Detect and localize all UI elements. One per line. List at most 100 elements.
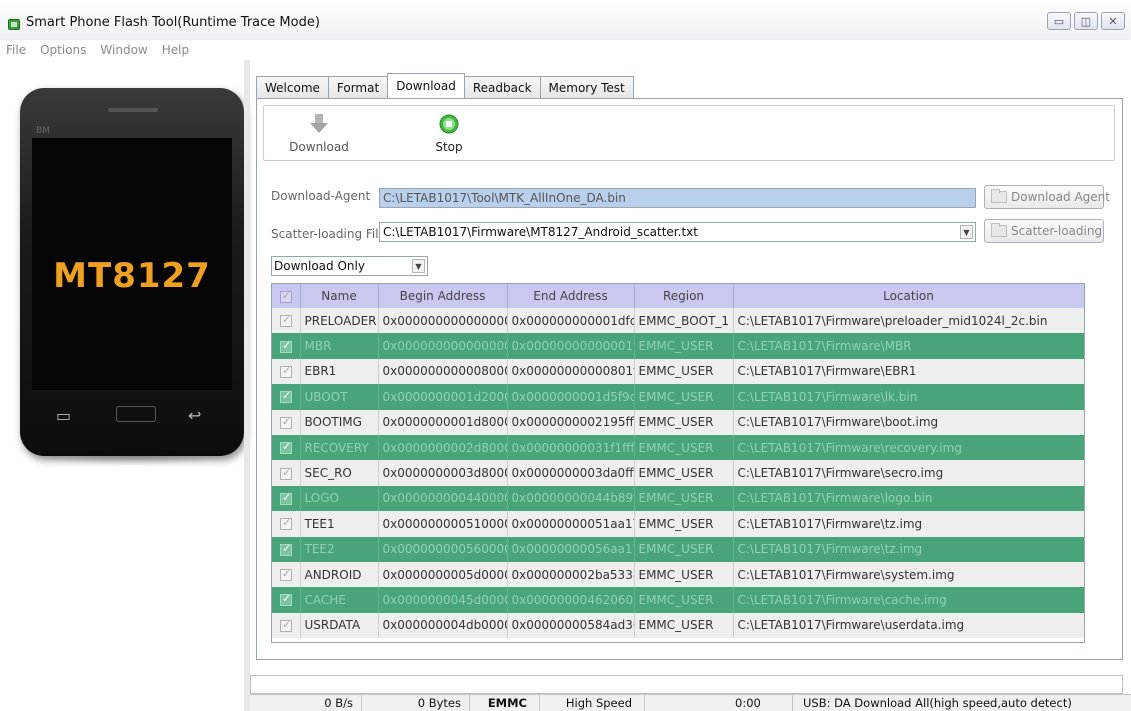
- cell-location: C:\LETAB1017\Firmware\EBR1: [733, 358, 1084, 385]
- table-row[interactable]: LOGO0x00000000044000000x00000000044b89ff…: [272, 485, 1084, 512]
- row-checkbox[interactable]: [272, 587, 301, 613]
- row-checkbox[interactable]: [272, 485, 301, 512]
- row-checkbox[interactable]: [272, 409, 301, 435]
- download-mode-select[interactable]: Download Only ▼: [271, 256, 428, 276]
- tab-welcome[interactable]: Welcome: [256, 76, 329, 98]
- phone-screen: MT8127: [32, 138, 232, 390]
- cell-location: C:\LETAB1017\Firmware\boot.img: [733, 409, 1084, 435]
- close-button[interactable]: ✕: [1101, 12, 1125, 30]
- cell-name: CACHE: [300, 587, 379, 613]
- minimize-button[interactable]: ▭: [1047, 12, 1071, 30]
- column-region[interactable]: Region: [634, 284, 734, 308]
- cell-location: C:\LETAB1017\Firmware\lk.bin: [733, 384, 1084, 410]
- column-end-address[interactable]: End Address: [507, 284, 635, 308]
- cell-region: EMMC_USER: [634, 384, 734, 410]
- tab-readback[interactable]: Readback: [463, 76, 541, 98]
- table-row[interactable]: TEE10x00000000051000000x00000000051aa17f…: [272, 511, 1084, 537]
- download-button-label: Download: [289, 140, 349, 154]
- table-row[interactable]: PRELOADER0x00000000000000000x00000000000…: [272, 308, 1084, 334]
- column-location[interactable]: Location: [733, 284, 1084, 308]
- cell-begin-address: 0x000000004db00000: [378, 612, 508, 639]
- menu-options[interactable]: Options: [40, 40, 86, 60]
- menu-help[interactable]: Help: [162, 40, 189, 60]
- menu-file[interactable]: File: [6, 40, 26, 60]
- cell-begin-address: 0x0000000000000000: [378, 333, 508, 359]
- cell-region: EMMC_USER: [634, 561, 734, 588]
- cell-region: EMMC_USER: [634, 409, 734, 435]
- cell-location: C:\LETAB1017\Firmware\MBR: [733, 333, 1084, 359]
- cell-name: TEE2: [300, 536, 379, 562]
- download-agent-path[interactable]: C:\LETAB1017\Tool\MTK_AllInOne_DA.bin: [379, 188, 976, 208]
- cell-location: C:\LETAB1017\Firmware\userdata.img: [733, 612, 1084, 639]
- cell-end-address: 0x00000000044b89ff: [507, 485, 635, 512]
- cell-begin-address: 0x0000000001d20000: [378, 384, 508, 410]
- cell-end-address: 0x00000000584ad363: [507, 612, 635, 639]
- tab-download[interactable]: Download: [387, 73, 465, 98]
- checkbox-icon: [280, 491, 292, 505]
- cell-region: EMMC_USER: [634, 536, 734, 562]
- menu-bar: File Options Window Help: [0, 40, 189, 60]
- table-row[interactable]: MBR0x00000000000000000x00000000000001ffE…: [272, 333, 1084, 359]
- table-row[interactable]: BOOTIMG0x0000000001d800000x0000000002195…: [272, 409, 1084, 435]
- row-checkbox[interactable]: [272, 612, 301, 639]
- checkbox-icon: [280, 542, 292, 556]
- progress-bar: [250, 675, 1123, 694]
- table-row[interactable]: TEE20x00000000056000000x00000000056aa17f…: [272, 536, 1084, 562]
- cell-begin-address: 0x0000000001d80000: [378, 409, 508, 435]
- chevron-down-icon[interactable]: ▼: [960, 225, 973, 239]
- cell-name: PRELOADER: [300, 308, 379, 334]
- table-row[interactable]: RECOVERY0x0000000002d800000x00000000031f…: [272, 434, 1084, 461]
- download-agent-button[interactable]: Download Agent: [984, 185, 1110, 209]
- column-name[interactable]: Name: [300, 284, 379, 308]
- row-checkbox[interactable]: [272, 384, 301, 410]
- row-checkbox[interactable]: [272, 434, 301, 461]
- checkbox-icon: [280, 592, 292, 607]
- table-row[interactable]: ANDROID0x0000000005d000000x000000002ba53…: [272, 561, 1084, 588]
- stop-icon: [439, 114, 459, 134]
- cell-end-address: 0x00000000056aa17f: [507, 536, 635, 562]
- cell-end-address: 0x0000000002195fff: [507, 409, 635, 435]
- row-checkbox[interactable]: [272, 561, 301, 588]
- row-checkbox[interactable]: [272, 358, 301, 385]
- row-checkbox[interactable]: [272, 511, 301, 537]
- cell-end-address: 0x000000002ba5338b: [507, 561, 635, 588]
- checkbox-icon: [280, 313, 292, 328]
- row-checkbox[interactable]: [272, 460, 301, 486]
- maximize-button[interactable]: ◫: [1074, 12, 1098, 30]
- phone-shadow: [36, 446, 232, 466]
- table-row[interactable]: EBR10x00000000000800000x00000000000801ff…: [272, 358, 1084, 385]
- tab-memory-test[interactable]: Memory Test: [539, 76, 634, 98]
- column-begin-address[interactable]: Begin Address: [378, 284, 508, 308]
- menu-window[interactable]: Window: [100, 40, 147, 60]
- select-all-checkbox[interactable]: [272, 284, 301, 308]
- phone-image: BM MT8127 ▭ ↩: [20, 88, 244, 456]
- download-button[interactable]: Download: [284, 114, 354, 154]
- checkbox-icon: [280, 364, 292, 378]
- download-arrow-icon: [310, 114, 328, 133]
- status-usb: USB: DA Download All(high speed,auto det…: [803, 696, 1072, 710]
- table-header: Name Begin Address End Address Region Lo…: [272, 284, 1084, 308]
- status-storage: EMMC: [470, 695, 540, 711]
- cell-begin-address: 0x0000000045d00000: [378, 587, 508, 613]
- tab-format[interactable]: Format: [327, 76, 389, 98]
- table-row[interactable]: UBOOT0x0000000001d200000x0000000001d5f9d…: [272, 384, 1084, 410]
- row-checkbox[interactable]: [272, 536, 301, 562]
- cell-region: EMMC_USER: [634, 612, 734, 639]
- table-row[interactable]: USRDATA0x000000004db000000x00000000584ad…: [272, 612, 1084, 639]
- row-checkbox[interactable]: [272, 308, 301, 334]
- chevron-down-icon[interactable]: ▼: [412, 259, 425, 273]
- cell-begin-address: 0x0000000003d80000: [378, 460, 508, 486]
- title-bar: Smart Phone Flash Tool(Runtime Trace Mod…: [0, 0, 1131, 40]
- cell-location: C:\LETAB1017\Firmware\recovery.img: [733, 434, 1084, 461]
- row-checkbox[interactable]: [272, 333, 301, 359]
- checkbox-icon: [280, 415, 292, 429]
- checkbox-icon: [280, 440, 292, 455]
- stop-button[interactable]: Stop: [414, 114, 484, 154]
- scatter-loading-button[interactable]: Scatter-loading: [984, 219, 1104, 243]
- scatter-file-path[interactable]: C:\LETAB1017\Firmware\MT8127_Android_sca…: [379, 222, 976, 242]
- table-row[interactable]: CACHE0x0000000045d000000x000000004620609…: [272, 587, 1084, 613]
- table-row[interactable]: SEC_RO0x0000000003d800000x0000000003da0f…: [272, 460, 1084, 486]
- cell-begin-address: 0x0000000000080000: [378, 358, 508, 385]
- cell-name: MBR: [300, 333, 379, 359]
- app-icon: [8, 19, 20, 30]
